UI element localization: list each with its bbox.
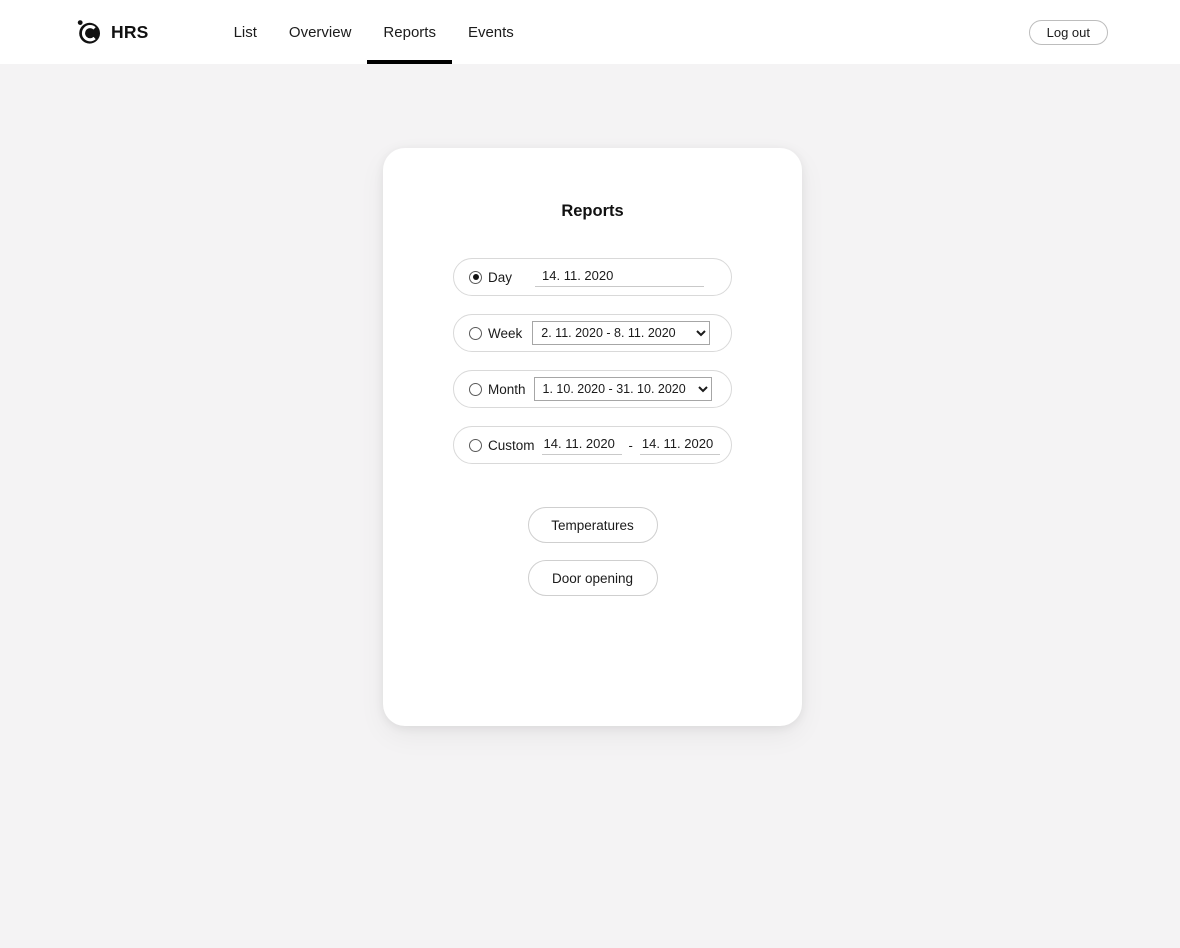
date-input-custom-from[interactable] [541,435,622,455]
select-month-range[interactable]: 1. 10. 2020 - 31. 10. 2020 [533,377,712,401]
nav-item-label: Overview [288,23,352,41]
nav-item-reports[interactable]: Reports [367,0,452,64]
temperatures-button[interactable]: Temperatures [527,507,658,543]
nav-item-events[interactable]: Events [452,0,530,64]
nav-item-list[interactable]: List [220,0,273,64]
nav-item-overview[interactable]: Overview [273,0,368,64]
brand: HRS [76,19,149,45]
radio-day[interactable] [469,270,482,284]
date-input-custom-to[interactable] [639,435,720,455]
nav-item-label: Events [467,23,514,41]
page-body: Reports Day Week 2. 11. 2020 - 8. 11. 20… [0,64,1172,948]
option-label-custom: Custom [488,437,535,453]
report-actions: Temperatures Door opening [383,507,802,596]
option-row-month[interactable]: Month 1. 10. 2020 - 31. 10. 2020 [453,370,732,408]
option-row-week[interactable]: Week 2. 11. 2020 - 8. 11. 2020 [453,314,732,352]
select-week-range[interactable]: 2. 11. 2020 - 8. 11. 2020 [532,321,711,345]
option-label-day: Day [488,269,513,285]
radio-week[interactable] [469,326,482,340]
option-row-custom[interactable]: Custom - [453,426,732,464]
radio-custom[interactable] [469,438,482,452]
page-title: Reports [561,202,624,220]
nav-item-label: List [233,23,257,41]
nav-item-label: Reports [383,23,436,41]
main-nav: List Overview Reports Events [220,0,530,64]
app-header: HRS List Overview Reports Events Log out [0,0,1180,64]
option-label-week: Week [488,325,523,341]
circle-c-logo-icon [76,19,102,45]
reports-card: Reports Day Week 2. 11. 2020 - 8. 11. 20… [383,148,802,726]
brand-name: HRS [111,21,149,42]
option-label-month: Month [488,381,526,397]
radio-month[interactable] [469,382,482,396]
option-row-day[interactable]: Day [453,258,732,296]
report-period-options: Day Week 2. 11. 2020 - 8. 11. 2020 Month… [383,258,802,464]
date-input-day[interactable] [535,267,705,287]
logout-button[interactable]: Log out [1028,20,1108,45]
custom-range-separator: - [628,437,633,453]
door-opening-button[interactable]: Door opening [527,560,658,596]
